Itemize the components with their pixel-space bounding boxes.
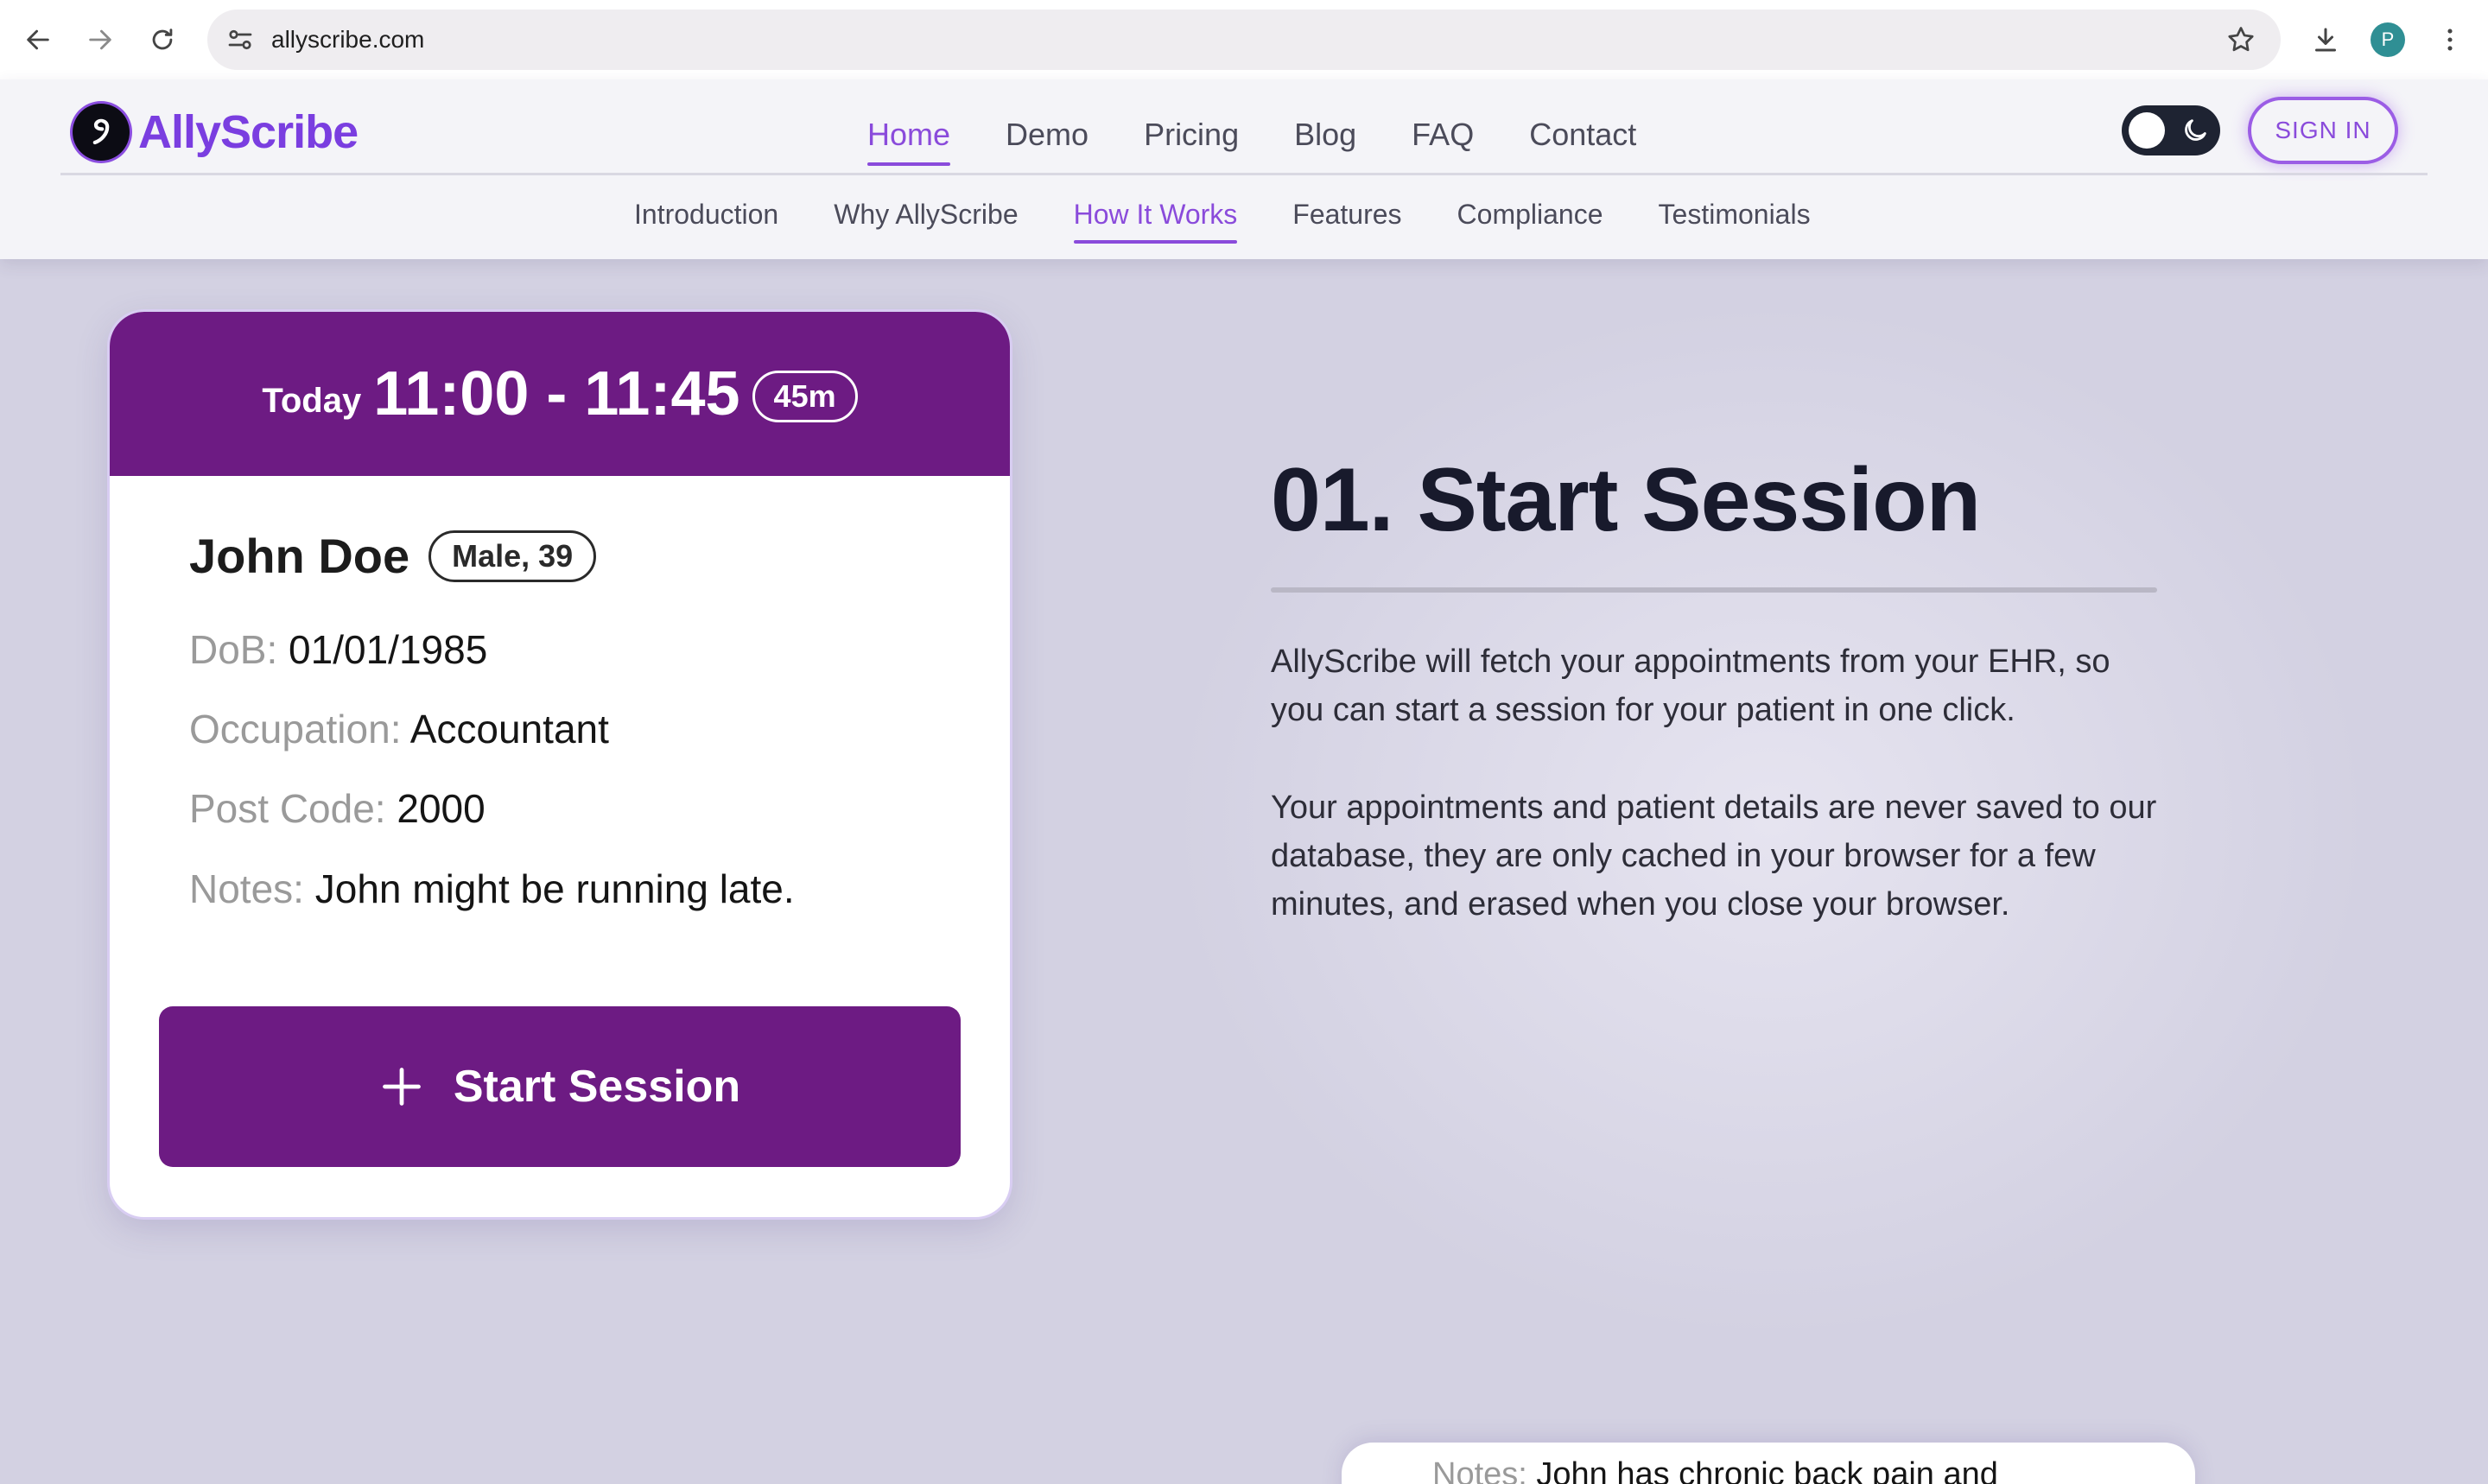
section-tab-why-allyscribe[interactable]: Why AllyScribe [834, 192, 1018, 240]
nav-link-blog[interactable]: Blog [1294, 111, 1356, 162]
tune-icon[interactable] [225, 24, 256, 55]
nav-link-home[interactable]: Home [867, 111, 951, 166]
sign-in-button[interactable]: SIGN IN [2248, 97, 2398, 164]
field-label: Post Code: [189, 786, 386, 831]
patient-name: John Doe [189, 529, 410, 583]
bird-logo-icon [73, 104, 130, 161]
field-dob: DoB: 01/01/1985 [189, 625, 487, 674]
nav-link-faq[interactable]: FAQ [1412, 111, 1474, 162]
header-divider [60, 173, 2428, 175]
section-tab-introduction[interactable]: Introduction [634, 192, 778, 240]
main-nav: Home Demo Pricing Blog FAQ Contact [867, 111, 1636, 166]
field-value: 01/01/1985 [289, 627, 488, 672]
appointment-time-header: Today 11:00 - 11:45 45m [110, 312, 1010, 476]
duration-badge: 45m [752, 371, 858, 422]
address-bar[interactable]: allyscribe.com [207, 10, 2281, 70]
field-label: Notes: [1432, 1456, 1527, 1484]
browser-menu-button[interactable] [2429, 19, 2471, 60]
kebab-menu-icon [2447, 29, 2453, 51]
appointment-time: 11:00 - 11:45 [373, 359, 740, 428]
field-notes: Notes: John might be running late. [189, 865, 795, 913]
brand-logo[interactable]: AllyScribe [73, 102, 359, 162]
section-tab-how-it-works[interactable]: How It Works [1073, 192, 1237, 244]
field-value: John might be running late. [314, 866, 795, 911]
browser-toolbar: allyscribe.com P [0, 0, 2488, 79]
field-label: DoB: [189, 627, 278, 672]
download-icon [2315, 28, 2336, 52]
forward-button[interactable] [79, 19, 121, 60]
step-paragraph: Your appointments and patient details ar… [1271, 790, 2157, 923]
field-value: 2000 [397, 786, 486, 831]
back-button[interactable] [17, 19, 59, 60]
step-divider [1271, 587, 2157, 593]
plus-icon [382, 1068, 421, 1106]
toggle-knob [2129, 112, 2165, 149]
field-label: Occupation: [189, 707, 402, 752]
field-occupation: Occupation: Accountant [189, 705, 609, 753]
arrow-right-icon [89, 29, 111, 50]
field-post-code: Post Code: 2000 [189, 784, 486, 833]
field-value: John has chronic back pain and [1536, 1456, 1998, 1484]
next-step-card: Notes: John has chronic back pain and [1342, 1443, 2195, 1484]
url-text[interactable]: allyscribe.com [271, 10, 424, 70]
reload-button[interactable] [142, 19, 183, 60]
next-card-notes: Notes: John has chronic back pain and [1432, 1456, 1998, 1484]
patient-sex-age-badge: Male, 39 [428, 530, 597, 582]
moon-icon [2185, 119, 2206, 141]
avatar: P [2371, 22, 2405, 57]
nav-link-contact[interactable]: Contact [1529, 111, 1636, 162]
step-title: 01. Start Session [1271, 450, 1981, 550]
star-icon[interactable] [2225, 24, 2256, 55]
nav-link-pricing[interactable]: Pricing [1144, 111, 1239, 162]
section-tab-compliance[interactable]: Compliance [1457, 192, 1603, 240]
section-nav: Introduction Why AllyScribe How It Works Fe… [634, 192, 1811, 244]
download-button[interactable] [2305, 19, 2346, 60]
appointment-day: Today [262, 381, 362, 420]
start-session-label: Start Session [453, 1062, 741, 1112]
patient-header: John Doe Male, 39 [189, 528, 597, 584]
nav-link-demo[interactable]: Demo [1006, 111, 1088, 162]
reload-icon [152, 29, 173, 50]
brand-name: AllyScribe [138, 106, 359, 158]
theme-toggle[interactable] [2122, 105, 2220, 155]
field-label: Notes: [189, 866, 304, 911]
start-session-button[interactable]: Start Session [159, 1006, 961, 1167]
site-header: AllyScribe Home Demo Pricing Blog FAQ Contact… [0, 79, 2488, 259]
field-value: Accountant [409, 707, 609, 752]
section-tab-testimonials[interactable]: Testimonials [1659, 192, 1811, 240]
profile-button[interactable]: P [2367, 19, 2409, 60]
step-paragraph: AllyScribe will fetch your appointments … [1271, 644, 2110, 728]
section-tab-features[interactable]: Features [1292, 192, 1401, 240]
arrow-left-icon [27, 29, 49, 50]
appointment-card: Today 11:00 - 11:45 45m John Doe Male, 3… [110, 312, 1010, 1217]
